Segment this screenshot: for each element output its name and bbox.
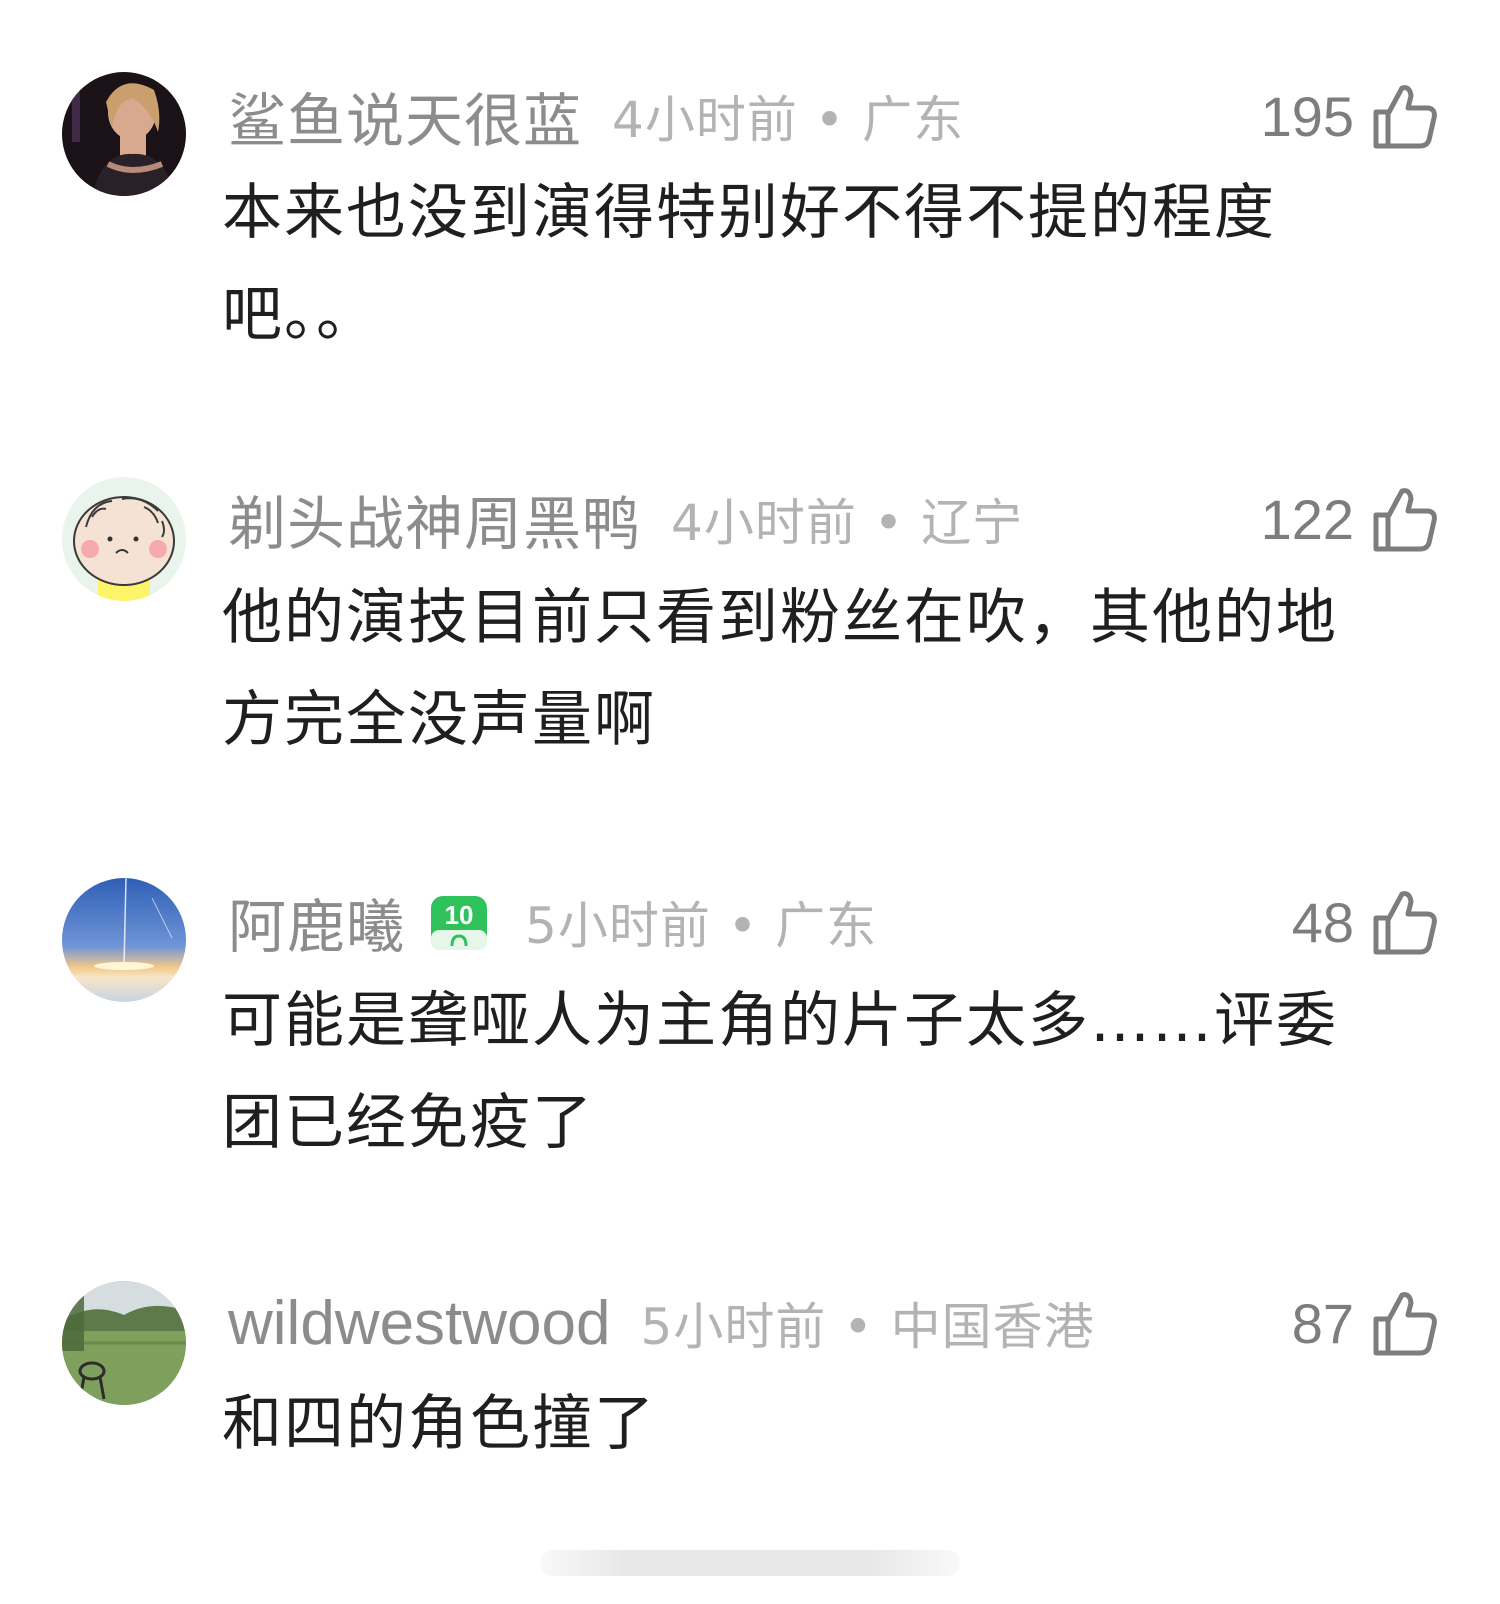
- badge-number: 10: [445, 900, 474, 930]
- time-location: 5小时前 • 中国香港: [640, 1298, 1095, 1356]
- comment-text: 和四的角色撞了: [222, 1373, 1422, 1475]
- thumbs-up-icon[interactable]: [1368, 886, 1440, 958]
- avatar-image: [62, 1281, 186, 1405]
- comment-text-line: 他的演技目前只看到粉丝在吹，其他的地: [222, 583, 1338, 653]
- thumbs-up-icon[interactable]: [1368, 483, 1440, 555]
- comment-meta: 剃头战神周黑鸭 4小时前 • 辽宁: [228, 479, 1023, 559]
- thumbs-up-icon[interactable]: [1368, 80, 1440, 152]
- avatar[interactable]: [62, 72, 186, 196]
- comment-text-line: 和四的角色撞了: [222, 1389, 656, 1459]
- username[interactable]: 阿鹿曦: [228, 880, 405, 964]
- username[interactable]: wildwestwood: [228, 1288, 611, 1359]
- avatar-image: [62, 477, 186, 601]
- avatar[interactable]: [62, 477, 186, 601]
- comment-text-line: 本来也没到演得特别好不得不提的程度: [222, 178, 1276, 248]
- avatar-image: [62, 878, 186, 1002]
- like-area: 87: [1292, 1283, 1440, 1363]
- comment-text: 可能是聋哑人为主角的片子太多……评委 团已经免疫了: [222, 970, 1422, 1174]
- level-badge-icon: 10: [431, 896, 488, 950]
- like-area: 48: [1292, 882, 1440, 962]
- comment-meta: wildwestwood 5小时前 • 中国香港: [228, 1283, 1095, 1363]
- like-count: 195: [1260, 84, 1354, 148]
- username[interactable]: 鲨鱼说天很蓝: [228, 74, 582, 158]
- thumbs-up-icon[interactable]: [1368, 1287, 1440, 1359]
- comment-meta: 鲨鱼说天很蓝 4小时前 • 广东: [228, 76, 964, 156]
- comment-text-line: 可能是聋哑人为主角的片子太多……评委: [222, 986, 1338, 1056]
- like-area: 195: [1261, 76, 1440, 156]
- time-location: 4小时前 • 辽宁: [671, 494, 1024, 552]
- comment-text-line: 团已经免疫了: [222, 1088, 594, 1158]
- comment-meta: 阿鹿曦 10 5小时前 • 广东: [228, 882, 877, 962]
- bottom-fade-bar: [540, 1550, 960, 1576]
- comment-text: 本来也没到演得特别好不得不提的程度 吧。。: [222, 162, 1422, 366]
- avatar[interactable]: [62, 1281, 186, 1405]
- like-area: 122: [1261, 479, 1440, 559]
- like-count: 87: [1291, 1291, 1354, 1355]
- like-count: 48: [1291, 890, 1354, 954]
- time-location: 4小时前 • 广东: [612, 91, 965, 149]
- comment-text-line: 方完全没声量啊: [222, 685, 656, 755]
- time-location: 5小时前 • 广东: [525, 897, 878, 955]
- avatar[interactable]: [62, 878, 186, 1002]
- username[interactable]: 剃头战神周黑鸭: [228, 477, 641, 561]
- avatar-image: [62, 72, 186, 196]
- like-count: 122: [1260, 487, 1354, 551]
- comment-text-line: 吧。。: [222, 280, 378, 350]
- comment-text: 他的演技目前只看到粉丝在吹，其他的地 方完全没声量啊: [222, 567, 1422, 771]
